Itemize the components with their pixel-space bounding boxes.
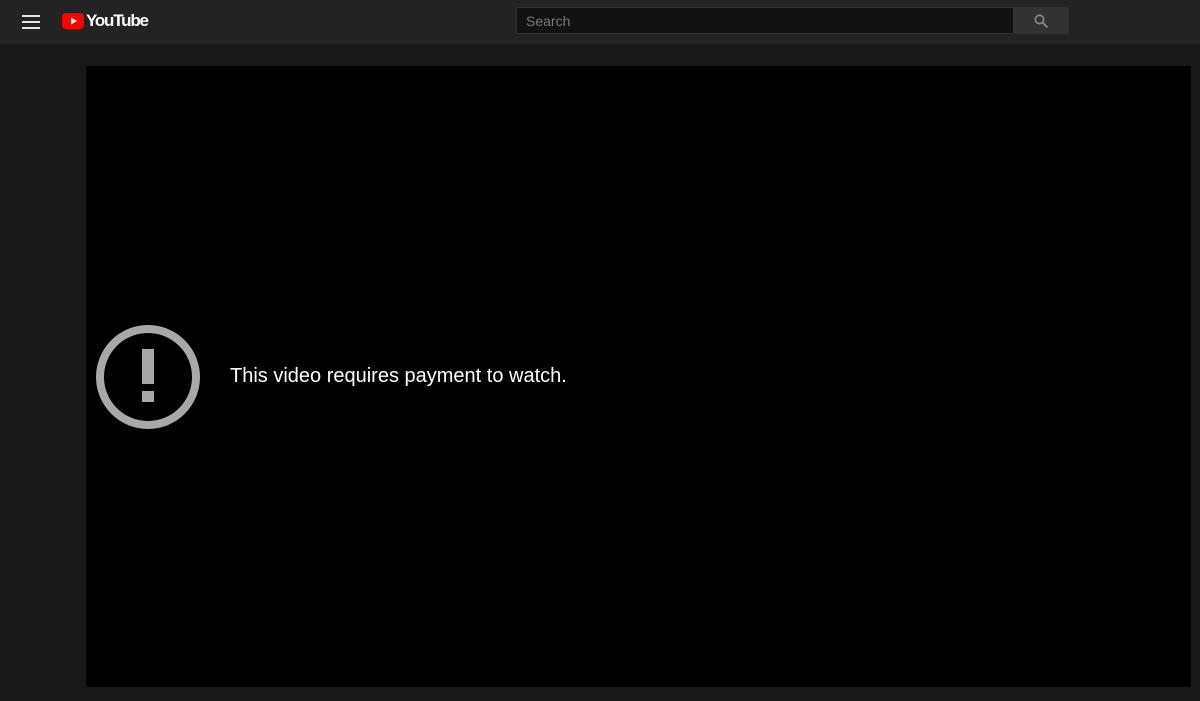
exclamation-circle-icon xyxy=(96,325,200,429)
search-button[interactable] xyxy=(1013,7,1069,34)
youtube-play-logo-icon xyxy=(62,13,84,29)
logo-text: YouTube xyxy=(86,11,149,30)
search-bar xyxy=(516,7,1069,34)
video-player[interactable]: This video requires payment to watch. xyxy=(86,66,1191,687)
search-input[interactable] xyxy=(516,7,1013,34)
search-icon xyxy=(1034,14,1048,28)
hamburger-menu-icon xyxy=(22,15,40,29)
menu-button[interactable] xyxy=(15,6,47,38)
top-bar: YouTube xyxy=(0,0,1200,44)
youtube-logo[interactable]: YouTube xyxy=(62,11,149,31)
error-message: This video requires payment to watch. xyxy=(230,365,567,387)
